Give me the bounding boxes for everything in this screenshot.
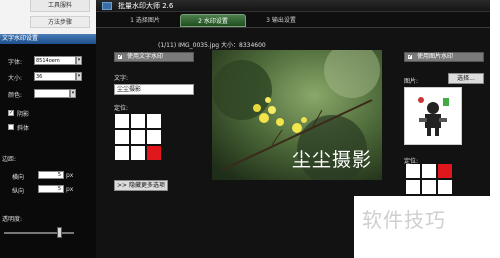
- text-watermark-header: ✓ 使用文字水印: [114, 52, 194, 62]
- preview-image: 尘尘摄影: [212, 50, 382, 180]
- position-cell[interactable]: [406, 164, 420, 178]
- logo-image: [415, 96, 451, 136]
- text-label: 文字:: [114, 75, 129, 82]
- position-cell[interactable]: [115, 114, 129, 128]
- opacity-label: 透明度:: [2, 216, 23, 223]
- preview-info: (1/11) IMG_0035.jpg 大小：8334600: [158, 42, 266, 49]
- text-watermark-label: 使用文字水印: [127, 53, 164, 60]
- position-cell[interactable]: [438, 180, 452, 194]
- preview-watermark-text: 尘尘摄影: [291, 149, 372, 171]
- text-watermark-checkbox[interactable]: ✓: [117, 54, 123, 60]
- color-picker[interactable]: [34, 89, 70, 98]
- position-cell[interactable]: [147, 130, 161, 144]
- position-cell[interactable]: [406, 180, 420, 194]
- italic-label: 斜体: [17, 125, 30, 132]
- tab-watermark-settings[interactable]: 2 水印设置: [180, 14, 246, 27]
- vertical-label: 纵向: [12, 188, 25, 195]
- position-cell-selected[interactable]: [147, 146, 161, 160]
- italic-checkbox[interactable]: [8, 124, 14, 130]
- size-dropdown-icon[interactable]: ▾: [76, 72, 82, 81]
- shadow-checkbox[interactable]: ✓: [8, 110, 14, 116]
- margin-label: 边距:: [2, 156, 17, 163]
- size-select[interactable]: 36: [34, 72, 76, 81]
- shadow-label: 阴影: [17, 111, 30, 118]
- size-label: 大小:: [8, 75, 23, 82]
- image-watermark-checkbox[interactable]: ✓: [407, 54, 413, 60]
- method-steps-link[interactable]: 方法步骤: [30, 16, 90, 28]
- position-cell[interactable]: [115, 146, 129, 160]
- position-cell[interactable]: [422, 180, 436, 194]
- tab-bar: 1 选择图片 2 水印设置 3 输出设置: [96, 12, 490, 28]
- image-position-grid: [406, 164, 452, 194]
- opacity-slider-track[interactable]: [4, 232, 74, 234]
- horizontal-label: 横向: [12, 174, 25, 181]
- position-cell-selected[interactable]: [438, 164, 452, 178]
- image-watermark-header: ✓ 使用图片水印: [404, 52, 484, 62]
- image-watermark-label: 使用图片水印: [417, 53, 454, 60]
- title-bar: 批量水印大师 2.6: [96, 0, 490, 12]
- position-cell[interactable]: [131, 130, 145, 144]
- vertical-unit: px: [66, 186, 74, 193]
- horizontal-unit: px: [66, 172, 74, 179]
- tab-output-settings[interactable]: 3 输出设置: [248, 14, 314, 27]
- opacity-slider-thumb[interactable]: [57, 227, 62, 238]
- tools-link[interactable]: 工具服料: [30, 0, 90, 12]
- position-cell[interactable]: [131, 146, 145, 160]
- position-cell[interactable]: [131, 114, 145, 128]
- tab-select-images[interactable]: 1 选择图片: [112, 14, 178, 27]
- image-watermark-thumbnail: [404, 87, 462, 145]
- position-cell[interactable]: [147, 114, 161, 128]
- color-label: 颜色:: [8, 92, 23, 99]
- vertical-margin-input[interactable]: 5: [38, 185, 64, 193]
- hide-more-options-button[interactable]: >> 隐藏更多选项: [114, 180, 168, 191]
- choose-image-button[interactable]: 选择...: [448, 73, 484, 84]
- text-position-label: 定位:: [114, 105, 129, 112]
- horizontal-margin-input[interactable]: 5: [38, 171, 64, 179]
- font-label: 字体:: [8, 59, 23, 66]
- text-position-grid: [115, 114, 161, 160]
- watermark-text-input[interactable]: 尘尘摄影: [114, 84, 194, 95]
- position-cell[interactable]: [422, 164, 436, 178]
- font-select[interactable]: 8514oem: [34, 56, 76, 65]
- window-title: 批量水印大师 2.6: [118, 2, 174, 10]
- brand-overlay-text: 软件技巧: [362, 208, 446, 232]
- position-cell[interactable]: [115, 130, 129, 144]
- left-panel-header: 文字水印设置: [0, 34, 96, 44]
- app-icon: [102, 2, 112, 10]
- font-dropdown-icon[interactable]: ▾: [76, 56, 82, 65]
- left-panel: 工具服料 方法步骤 文字水印设置 字体: 8514oem ▾ 大小: 36 ▾ …: [0, 0, 96, 258]
- color-dropdown-icon[interactable]: ▾: [70, 89, 76, 98]
- image-label: 图片:: [404, 78, 419, 85]
